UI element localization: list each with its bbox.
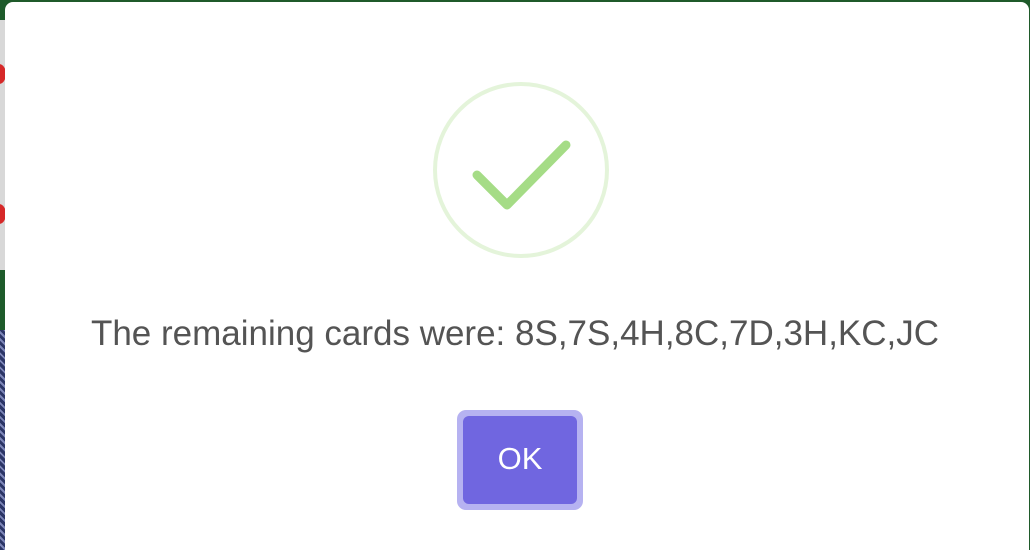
ok-button[interactable]: OK <box>457 410 583 510</box>
alert-dialog: The remaining cards were: 8S,7S,4H,8C,7D… <box>5 2 1029 550</box>
ok-button-label[interactable]: OK <box>463 416 577 504</box>
checkmark-icon <box>472 140 571 210</box>
dialog-message: The remaining cards were: 8S,7S,4H,8C,7D… <box>90 314 940 353</box>
success-check-icon <box>433 82 609 258</box>
